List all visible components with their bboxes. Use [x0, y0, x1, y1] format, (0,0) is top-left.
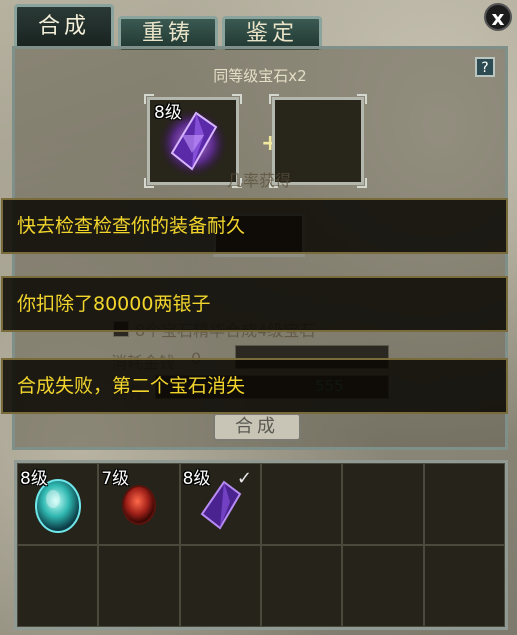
- inventory-level-label: 7级: [101, 469, 130, 489]
- inventory-slot[interactable]: 8级 ✓: [179, 463, 261, 545]
- inventory-slot[interactable]: 8级: [17, 463, 99, 545]
- system-message-2: 你扣除了80000两银子: [1, 276, 508, 332]
- inventory-level-label: 8级: [20, 469, 48, 489]
- inventory-slot[interactable]: [261, 463, 343, 545]
- inventory-slot[interactable]: [423, 463, 505, 545]
- result-chance-label: 几率获得: [227, 171, 292, 190]
- close-button[interactable]: x: [484, 3, 512, 31]
- inventory-level-label: 8级: [182, 469, 211, 489]
- tab-appraise[interactable]: 鉴定: [222, 16, 322, 50]
- inventory-slot[interactable]: [98, 545, 180, 627]
- inventory-slot[interactable]: 7级: [98, 463, 180, 545]
- inventory-slot[interactable]: [179, 545, 261, 627]
- inventory-grid: 8级 7级 8级 ✓: [14, 460, 508, 630]
- system-message-3: 合成失败，第二个宝石消失: [1, 358, 508, 414]
- check-icon: ✓: [236, 468, 252, 489]
- inventory-slot[interactable]: [261, 545, 343, 627]
- inventory-slot[interactable]: [342, 545, 424, 627]
- tab-recast[interactable]: 重铸: [118, 16, 218, 50]
- panel-title: 同等级宝石x2: [213, 67, 307, 85]
- gem-slot-1[interactable]: 8级: [144, 94, 242, 188]
- inventory-slot[interactable]: [342, 463, 424, 545]
- inventory-slot[interactable]: [423, 545, 505, 627]
- slot-level-label: 8级: [154, 103, 182, 123]
- tab-bar: 合成 重铸 鉴定: [14, 4, 322, 50]
- system-message-1: 快去检查检查你的装备耐久: [1, 198, 508, 254]
- inventory-slot[interactable]: [17, 545, 99, 627]
- compose-button[interactable]: 合成: [213, 413, 301, 441]
- tab-synthesize[interactable]: 合成: [14, 4, 114, 48]
